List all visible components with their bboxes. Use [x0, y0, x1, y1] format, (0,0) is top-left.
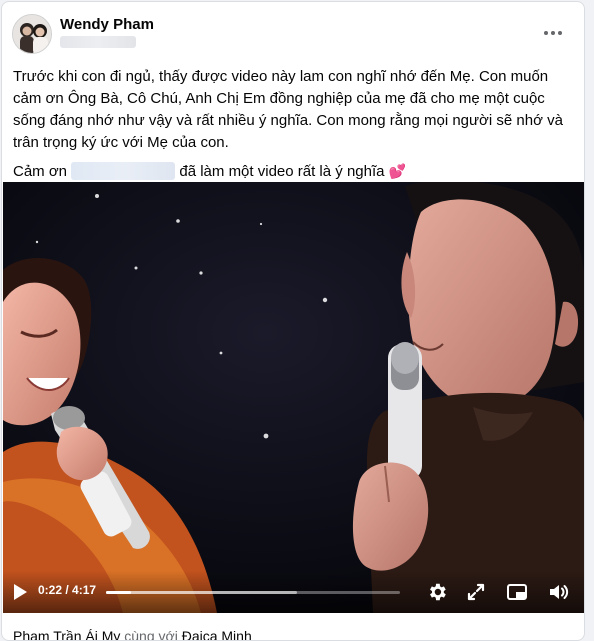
thanks-prefix: Cảm ơn — [13, 163, 68, 180]
volume-icon — [550, 585, 569, 599]
two-hearts-emoji: 💕 — [388, 163, 407, 179]
author-name[interactable]: Wendy Pham — [60, 16, 154, 33]
gear-icon — [430, 583, 446, 601]
avatar-photo — [13, 15, 51, 53]
progress-played — [106, 591, 132, 594]
play-icon — [14, 584, 27, 600]
picture-in-picture-icon — [507, 584, 527, 600]
post-paragraph: Trước khi con đi ngủ, thấy được video nà… — [13, 68, 563, 151]
expand-icon — [467, 583, 485, 601]
progress-bar[interactable] — [106, 591, 400, 594]
video-controls: 0:22 / 4:17 — [3, 571, 584, 613]
picture-in-picture-button[interactable] — [506, 582, 528, 602]
credit-tagged[interactable]: Đaica Minh — [182, 628, 252, 640]
progress-buffered — [106, 591, 298, 594]
more-horizontal-icon — [544, 31, 548, 35]
post-thanks-line: Cảm ơn đã làm một video rất là ý nghĩa 💕 — [13, 160, 569, 183]
tagged-name-redacted[interactable] — [71, 162, 176, 180]
time-display: 0:22 / 4:17 — [38, 583, 97, 597]
credit-name[interactable]: Phạm Trần Ái My — [13, 628, 120, 640]
video-player[interactable]: 0:22 / 4:17 — [3, 182, 584, 613]
post-body: Trước khi con đi ngủ, thấy được video nà… — [13, 66, 569, 189]
credit-with: cùng với — [124, 628, 178, 641]
video-frame — [3, 182, 584, 613]
fullscreen-button[interactable] — [466, 582, 486, 602]
thanks-suffix: đã làm một video rất là ý nghĩa — [179, 163, 385, 180]
post-meta-redacted — [60, 36, 136, 48]
more-options-button[interactable] — [538, 22, 568, 44]
post-card: Wendy Pham Trước khi con đi ngủ, thấy đư… — [1, 1, 585, 641]
video-credit-line: Phạm Trần Ái My cùng với Đaica Minh — [13, 628, 252, 641]
settings-button[interactable] — [426, 581, 448, 603]
avatar[interactable] — [12, 14, 52, 54]
play-button[interactable] — [11, 582, 29, 602]
post-header: Wendy Pham — [2, 2, 584, 62]
volume-button[interactable] — [548, 582, 570, 602]
